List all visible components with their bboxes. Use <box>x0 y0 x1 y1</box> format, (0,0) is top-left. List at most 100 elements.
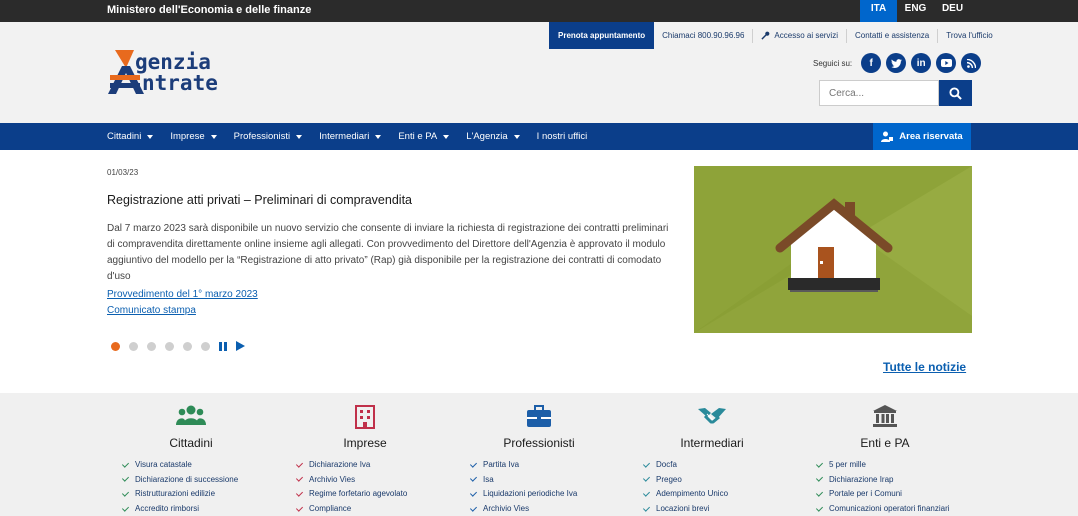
check-icon <box>295 474 303 482</box>
category-link[interactable]: Dichiarazione Irap <box>815 472 950 487</box>
category-link[interactable]: Docfa <box>642 457 728 472</box>
check-icon <box>469 474 477 482</box>
caret-down-icon <box>513 134 520 139</box>
youtube-icon[interactable] <box>936 53 957 73</box>
category-title[interactable]: Intermediari <box>632 436 792 450</box>
carousel-dot[interactable] <box>201 341 210 351</box>
nav-label: Cittadini <box>107 131 142 142</box>
carousel-dot[interactable] <box>111 341 120 351</box>
twitter-icon[interactable] <box>886 53 907 73</box>
nav-intermediari[interactable]: Intermediari <box>319 131 382 142</box>
utility-bar: Prenota appuntamento Chiamaci 800.90.96.… <box>549 22 1001 49</box>
search-bar <box>819 80 972 106</box>
call-link[interactable]: Chiamaci 800.90.96.96 <box>654 28 754 43</box>
category-link[interactable]: Comunicazioni operatori finanziari <box>815 501 950 516</box>
news-link-comunicato[interactable]: Comunicato stampa <box>107 305 196 316</box>
linkedin-icon[interactable]: in <box>911 53 932 73</box>
carousel-dot[interactable] <box>129 341 138 351</box>
office-link[interactable]: Trova l'ufficio <box>938 29 1000 43</box>
category-link-label: Dichiarazione di successione <box>135 474 239 484</box>
category-link-label: 5 per mille <box>829 459 866 469</box>
area-riservata-button[interactable]: Area riservata <box>873 123 971 150</box>
building-icon <box>355 405 375 429</box>
carousel-dot[interactable] <box>165 341 174 351</box>
category-title[interactable]: Enti e PA <box>805 436 965 450</box>
category-link[interactable]: Ristrutturazioni edilizie <box>121 486 238 501</box>
nav-agenzia[interactable]: L'Agenzia <box>466 131 520 142</box>
category-link[interactable]: Archivio Vies <box>469 501 577 516</box>
carousel-dot[interactable] <box>183 341 192 351</box>
caret-down-icon <box>443 134 450 139</box>
check-icon <box>295 489 303 497</box>
play-icon[interactable] <box>236 341 245 351</box>
contacts-link[interactable]: Contatti e assistenza <box>847 28 939 43</box>
lang-deu[interactable]: DEU <box>934 0 971 22</box>
category-link[interactable]: Regime forfetario agevolato <box>295 486 407 501</box>
ministry-link[interactable]: Ministero dell'Economia e delle finanze <box>107 4 311 16</box>
category-title[interactable]: Imprese <box>285 436 445 450</box>
check-icon <box>815 474 823 482</box>
news-link-provvedimento[interactable]: Provvedimento del 1° marzo 2023 <box>107 289 258 300</box>
nav-professionisti[interactable]: Professionisti <box>234 131 303 142</box>
category-link[interactable]: 5 per mille <box>815 457 950 472</box>
check-icon <box>295 504 303 512</box>
appointment-button[interactable]: Prenota appuntamento <box>549 22 655 49</box>
category-link[interactable]: Partita Iva <box>469 457 577 472</box>
main-nav: Cittadini Imprese Professionisti Interme… <box>0 123 1078 150</box>
category-link[interactable]: Pregeo <box>642 472 728 487</box>
category-link[interactable]: Adempimento Unico <box>642 486 729 501</box>
category-title[interactable]: Professionisti <box>459 436 619 450</box>
category-link[interactable]: Archivio Vies <box>295 472 407 487</box>
news-image-house <box>694 166 972 333</box>
search-button[interactable] <box>939 80 972 106</box>
category-link[interactable]: Liquidazioni periodiche Iva <box>469 486 577 501</box>
lang-ita[interactable]: ITA <box>860 0 897 22</box>
area-label: Area riservata <box>899 131 963 142</box>
pause-icon[interactable] <box>219 341 227 351</box>
institution-icon <box>873 405 897 427</box>
rss-icon[interactable] <box>961 53 982 73</box>
all-news-link[interactable]: Tutte le notizie <box>883 360 966 374</box>
check-icon <box>815 489 823 497</box>
search-input[interactable] <box>819 80 939 106</box>
category-link[interactable]: Locazioni brevi <box>642 501 728 516</box>
briefcase-icon <box>527 405 551 427</box>
check-icon <box>642 489 650 497</box>
category-link[interactable]: Accredito rimborsi <box>121 501 238 516</box>
agenzia-entrate-logo[interactable]: genzia ntrate <box>106 48 256 98</box>
category-link-label: Accredito rimborsi <box>135 503 200 513</box>
check-icon <box>642 504 650 512</box>
check-icon <box>121 489 129 497</box>
check-icon <box>815 504 823 512</box>
check-icon <box>469 504 477 512</box>
users-icon <box>176 405 206 425</box>
category-title[interactable]: Cittadini <box>111 436 271 450</box>
services-label: Accesso ai servizi <box>774 30 838 40</box>
news-title[interactable]: Registrazione atti privati – Preliminari… <box>107 193 412 207</box>
nav-enti-pa[interactable]: Enti e PA <box>398 131 450 142</box>
category-link-label: Pregeo <box>656 474 682 484</box>
category-link[interactable]: Compliance <box>295 501 407 516</box>
category-link[interactable]: Visura catastale <box>121 457 238 472</box>
site-header: Prenota appuntamento Chiamaci 800.90.96.… <box>0 22 1078 123</box>
category-link-label: Comunicazioni operatori finanziari <box>829 503 950 513</box>
nav-cittadini[interactable]: Cittadini <box>107 131 154 142</box>
nav-uffici[interactable]: I nostri uffici <box>537 131 588 142</box>
category-link-label: Adempimento Unico <box>656 489 729 499</box>
nav-label: Professionisti <box>233 131 291 142</box>
category-link[interactable]: Portale per i Comuni <box>815 486 950 501</box>
services-link[interactable]: Accesso ai servizi <box>753 28 847 43</box>
call-label: Chiamaci 800.90.96.96 <box>662 30 745 40</box>
caret-down-icon <box>375 134 382 139</box>
check-icon <box>642 460 650 467</box>
facebook-icon[interactable]: f <box>861 53 882 73</box>
category-link[interactable]: Dichiarazione di successione <box>121 472 239 487</box>
check-icon <box>121 460 129 467</box>
nav-imprese[interactable]: Imprese <box>170 131 217 142</box>
category-link[interactable]: Isa <box>469 472 577 487</box>
carousel-dot[interactable] <box>147 341 156 351</box>
category-link[interactable]: Dichiarazione Iva <box>295 457 407 472</box>
nav-label: I nostri uffici <box>536 131 588 142</box>
lang-eng[interactable]: ENG <box>897 0 934 22</box>
category-link-label: Dichiarazione Irap <box>829 474 894 484</box>
